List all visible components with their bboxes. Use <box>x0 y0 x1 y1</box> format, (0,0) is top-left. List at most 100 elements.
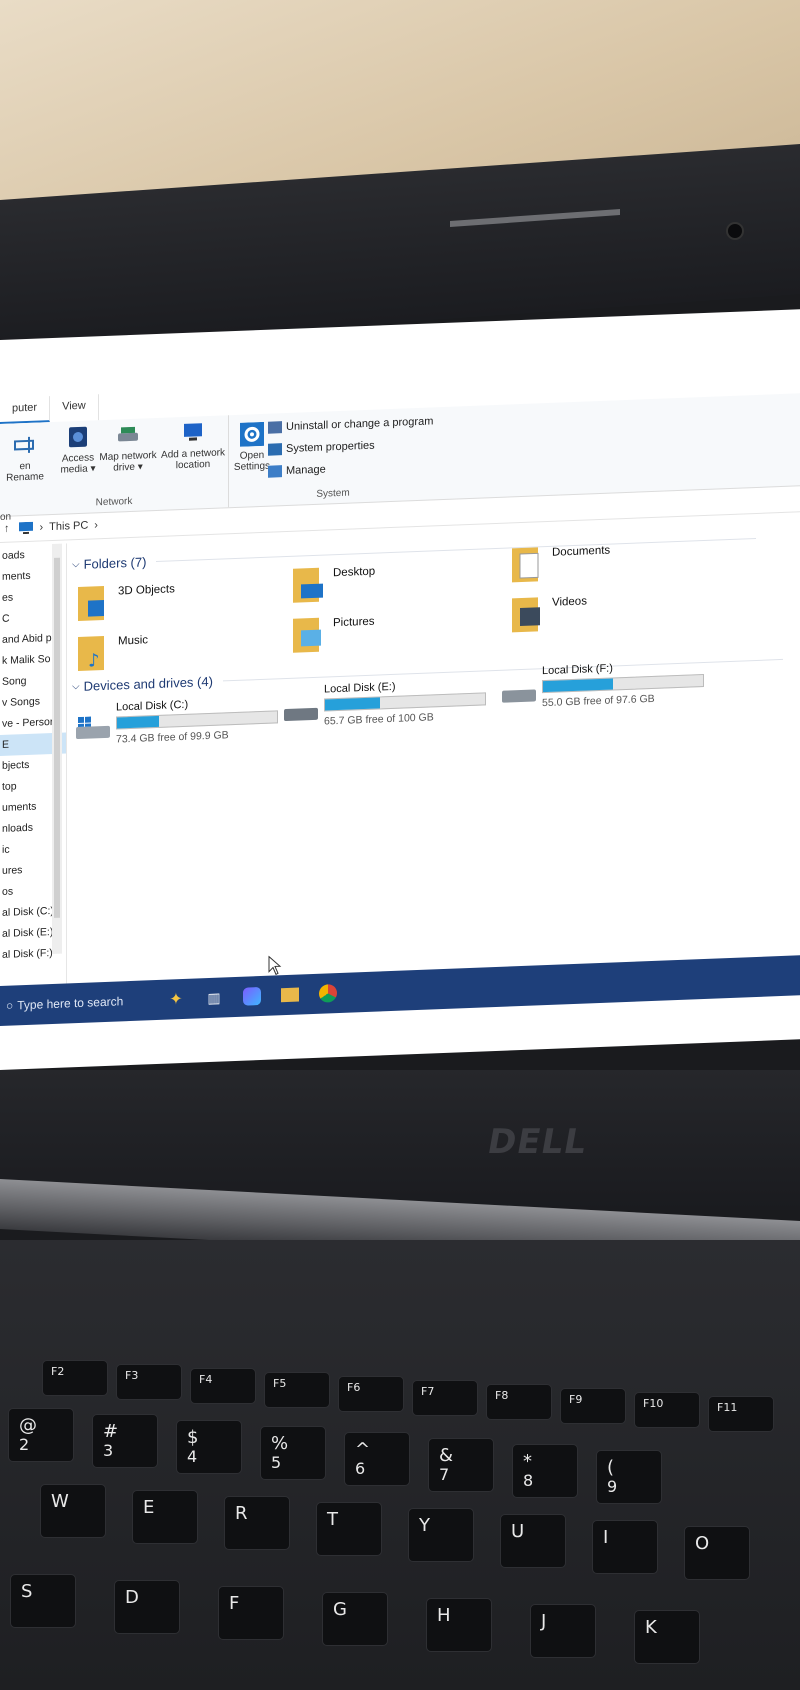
number-key[interactable]: #3 <box>92 1414 158 1468</box>
letter-key[interactable]: T <box>316 1502 382 1556</box>
copilot-sparkle-icon[interactable]: ✦ <box>164 987 188 1012</box>
letter-key[interactable]: Y <box>408 1508 474 1562</box>
open-settings-label: Open Settings <box>233 449 271 474</box>
number-key[interactable]: (9 <box>596 1450 662 1504</box>
drive-free-space: 55.0 GB free of 97.6 GB <box>542 692 655 710</box>
key-label-secondary: 7 <box>439 1465 450 1484</box>
letter-key[interactable]: U <box>500 1514 566 1568</box>
function-key[interactable]: F9 <box>560 1388 626 1424</box>
breadcrumb-sep: › <box>39 521 44 534</box>
uninstall-program-button[interactable]: Uninstall or change a program <box>268 415 433 434</box>
open-settings-button[interactable]: Open Settings <box>232 421 272 474</box>
number-key[interactable]: % 5 <box>260 1426 326 1480</box>
function-key[interactable]: F10 <box>634 1392 700 1428</box>
manage-icon <box>268 465 282 478</box>
letter-key[interactable]: O <box>684 1526 750 1580</box>
chrome-icon[interactable] <box>316 981 340 1006</box>
folder-documents[interactable]: Documents <box>510 541 610 585</box>
key-label: F2 <box>51 1365 65 1378</box>
number-key[interactable]: $4 <box>176 1420 242 1474</box>
rename-button[interactable]: en Rename <box>0 432 50 484</box>
this-pc-icon <box>18 521 33 535</box>
laptop-screen: puter View en Rename Access media ▾ Map … <box>0 309 800 1070</box>
letter-key[interactable]: R <box>224 1496 290 1550</box>
key-label: & <box>439 1445 454 1466</box>
network-drive-icon <box>118 426 138 442</box>
drive-usage-bar <box>324 692 486 712</box>
file-explorer-icon[interactable] <box>278 982 302 1007</box>
rename-label: en Rename <box>6 460 44 484</box>
function-key[interactable]: F5 <box>264 1372 330 1408</box>
key-label-secondary: 6 <box>355 1459 366 1478</box>
number-key[interactable]: * 8 <box>512 1444 578 1498</box>
key-label-secondary: 3 <box>103 1441 114 1460</box>
rename-icon <box>14 436 34 453</box>
access-media-label: Access media ▾ <box>60 452 96 476</box>
breadcrumb-sep-2: › <box>94 519 98 532</box>
letter-key[interactable]: F <box>218 1586 284 1640</box>
taskbar-search[interactable]: ○ Type here to search <box>0 985 150 1021</box>
folder-pictures[interactable]: Pictures <box>291 612 375 655</box>
key-label: F3 <box>125 1369 139 1382</box>
key-label: F6 <box>347 1381 361 1394</box>
letter-key[interactable]: K <box>634 1610 700 1664</box>
key-label: $ <box>187 1427 199 1448</box>
letter-key[interactable]: J <box>530 1604 596 1658</box>
key-label: F9 <box>569 1393 583 1406</box>
drive-c[interactable]: Local Disk (C:) 73.4 GB free of 99.9 GB <box>76 695 278 747</box>
access-media-button[interactable]: Access media ▾ <box>58 424 98 476</box>
function-key[interactable]: F11 <box>708 1396 774 1432</box>
task-view-icon[interactable]: ▥ <box>202 985 226 1010</box>
drive-e[interactable]: Local Disk (E:) 65.7 GB free of 100 GB <box>284 677 486 729</box>
folder-desktop[interactable]: Desktop <box>291 562 375 605</box>
number-key[interactable]: & 7 <box>428 1438 494 1492</box>
search-icon: ○ <box>6 998 14 1013</box>
up-arrow-icon[interactable]: ↑ <box>4 523 10 535</box>
letter-key[interactable]: S <box>10 1574 76 1628</box>
drives-heading: Devices and drives (4) <box>83 673 213 694</box>
letter-key[interactable]: D <box>114 1580 180 1634</box>
breadcrumb-this-pc[interactable]: This PC <box>49 520 88 534</box>
copilot-icon[interactable] <box>240 984 264 1009</box>
key-label: ( <box>607 1457 615 1478</box>
manage-button[interactable]: Manage <box>268 463 326 478</box>
drive-f[interactable]: Local Disk (F:) 55.0 GB free of 97.6 GB <box>502 659 704 711</box>
letter-key[interactable]: W <box>40 1484 106 1538</box>
videos-folder-icon <box>512 597 540 633</box>
key-label: F8 <box>495 1389 509 1402</box>
letter-key[interactable]: I <box>592 1520 658 1574</box>
key-label-secondary: 8 <box>523 1471 534 1490</box>
folder-3d-objects[interactable]: 3D Objects <box>76 579 175 623</box>
tab-computer[interactable]: puter <box>0 396 51 424</box>
media-icon <box>69 426 87 448</box>
chevron-down-icon: ⌵ <box>72 558 80 571</box>
tab-view[interactable]: View <box>50 394 99 423</box>
nav-scrollbar[interactable] <box>52 543 62 955</box>
key-label: K <box>645 1617 657 1638</box>
folder-name: Desktop <box>333 565 376 580</box>
drive-usage-fill <box>117 715 160 729</box>
function-key[interactable]: F8 <box>486 1384 552 1420</box>
folder-videos[interactable]: Videos <box>510 591 587 634</box>
key-label: W <box>51 1491 69 1512</box>
map-network-drive-button[interactable]: Map network drive ▾ <box>98 422 158 474</box>
program-icon <box>268 421 282 434</box>
ribbon-tabs: puter View <box>0 394 99 424</box>
windows-drive-icon <box>76 716 110 740</box>
function-key[interactable]: F6 <box>338 1376 404 1412</box>
function-key[interactable]: F3 <box>116 1364 182 1400</box>
letter-key[interactable]: G <box>322 1592 388 1646</box>
letter-key[interactable]: H <box>426 1598 492 1652</box>
number-key[interactable]: @2 <box>8 1408 74 1462</box>
function-key[interactable]: F7 <box>412 1380 478 1416</box>
folders-section-header[interactable]: ⌵ Folders (7) <box>72 531 757 572</box>
system-properties-button[interactable]: System properties <box>268 440 375 456</box>
function-key[interactable]: F4 <box>190 1368 256 1404</box>
letter-key[interactable]: E <box>132 1490 198 1544</box>
desktop-folder-icon <box>293 567 323 603</box>
function-key[interactable]: F2 <box>42 1360 108 1396</box>
number-key[interactable]: ^ 6 <box>344 1432 410 1486</box>
add-network-location-button[interactable]: Add a network location <box>160 419 226 472</box>
folder-music[interactable]: ♪ Music <box>76 630 148 673</box>
scrollbar-thumb[interactable] <box>54 557 60 918</box>
